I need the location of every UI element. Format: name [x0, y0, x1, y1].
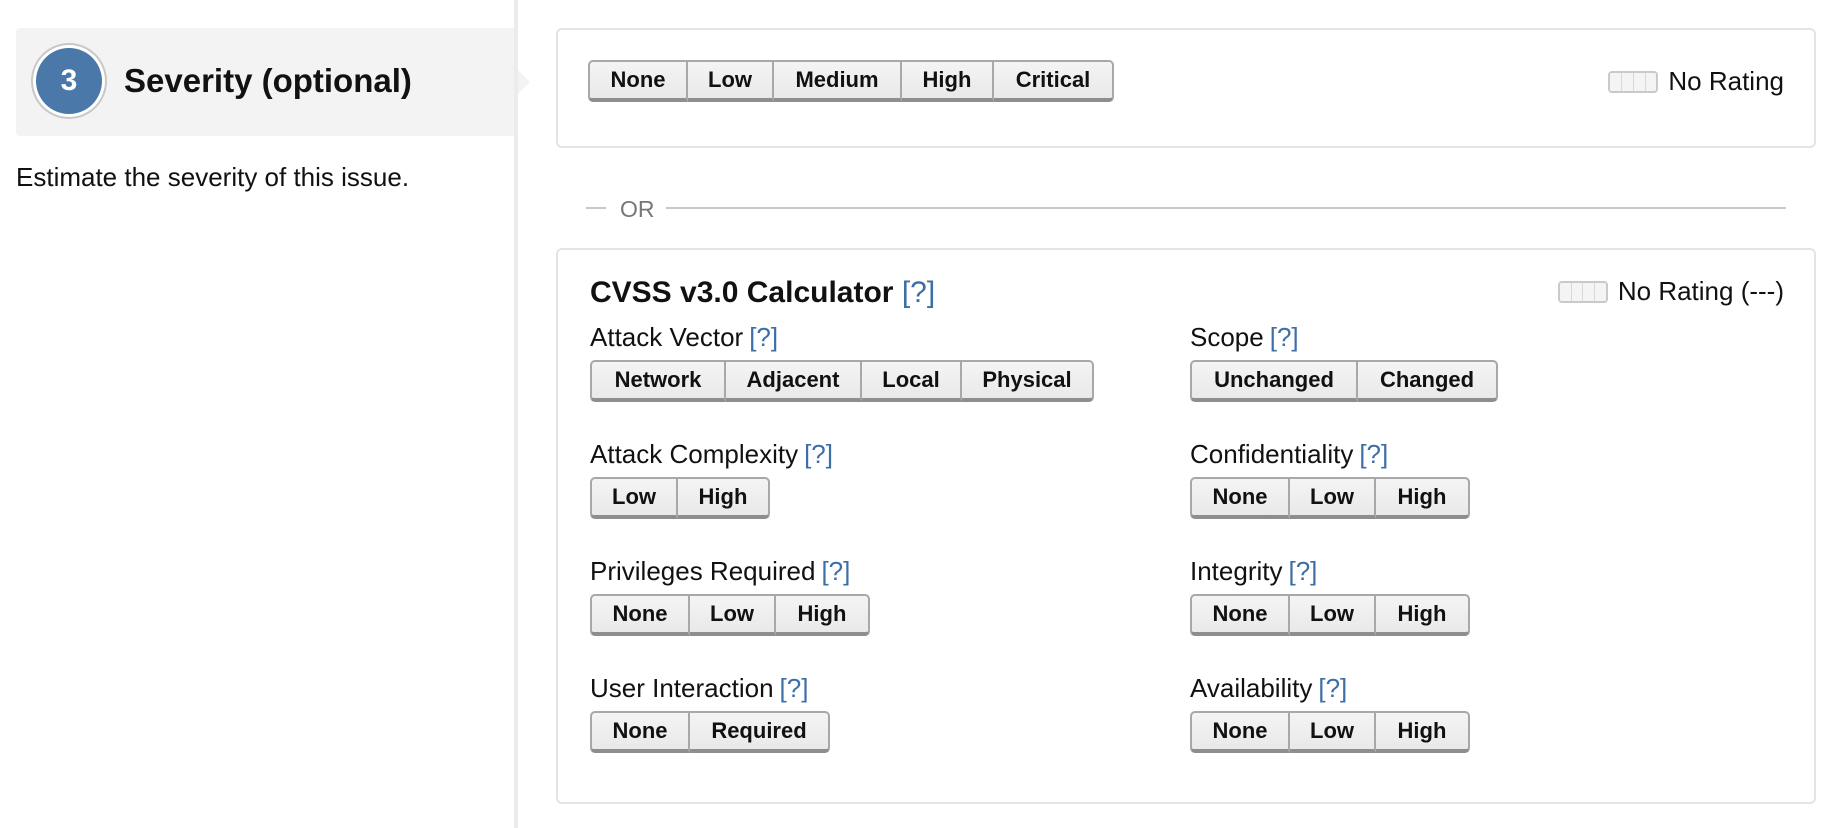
integrity-label: Integrity [?]	[1190, 556, 1318, 586]
attack-vector-label: Attack Vector [?]	[590, 322, 779, 352]
integrity-low-button[interactable]: Low	[1290, 594, 1376, 636]
step-title: Severity (optional)	[124, 62, 412, 99]
integrity-none-button[interactable]: None	[1190, 594, 1290, 636]
attack-complexity-button-group: Low High	[590, 477, 770, 519]
rating-meter-icon	[1608, 70, 1659, 93]
availability-none-button[interactable]: None	[1190, 711, 1290, 753]
scope-label: Scope [?]	[1190, 322, 1299, 352]
severity-button-group: None Low Medium High Critical	[588, 60, 1114, 102]
user-interaction-help-link[interactable]: [?]	[780, 673, 809, 703]
or-divider-label: OR	[620, 196, 655, 222]
attack-vector-local-button[interactable]: Local	[862, 360, 962, 402]
confidentiality-high-button[interactable]: High	[1376, 477, 1470, 519]
attack-vector-physical-button[interactable]: Physical	[962, 360, 1094, 402]
privileges-required-label: Privileges Required [?]	[590, 556, 851, 586]
user-interaction-button-group: None Required	[590, 711, 830, 753]
attack-complexity-help-link[interactable]: [?]	[804, 439, 833, 469]
or-divider-line-left	[586, 207, 606, 209]
user-interaction-none-button[interactable]: None	[590, 711, 690, 753]
step-number-badge: 3	[36, 48, 102, 114]
privileges-required-help-link[interactable]: [?]	[821, 556, 850, 586]
step-description: Estimate the severity of this issue.	[16, 162, 410, 192]
cvss-title: CVSS v3.0 Calculator [?]	[590, 276, 935, 310]
cvss-help-link[interactable]: [?]	[902, 276, 935, 309]
user-interaction-required-button[interactable]: Required	[690, 711, 830, 753]
confidentiality-low-button[interactable]: Low	[1290, 477, 1376, 519]
availability-label: Availability [?]	[1190, 673, 1348, 703]
attack-vector-network-button[interactable]: Network	[590, 360, 726, 402]
availability-low-button[interactable]: Low	[1290, 711, 1376, 753]
cvss-rating: No Rating (---)	[1557, 276, 1784, 307]
scope-help-link[interactable]: [?]	[1270, 322, 1299, 352]
confidentiality-none-button[interactable]: None	[1190, 477, 1290, 519]
column-divider	[514, 0, 518, 828]
availability-help-link[interactable]: [?]	[1318, 673, 1347, 703]
severity-critical-button[interactable]: Critical	[994, 60, 1114, 102]
attack-vector-adjacent-button[interactable]: Adjacent	[726, 360, 862, 402]
scope-unchanged-button[interactable]: Unchanged	[1190, 360, 1358, 402]
attack-vector-button-group: Network Adjacent Local Physical	[590, 360, 1094, 402]
step-sidebar: 3 Severity (optional) Estimate the sever…	[0, 0, 530, 828]
cvss-rating-label: No Rating (---)	[1617, 276, 1784, 306]
rating-meter-icon	[1557, 280, 1608, 303]
privileges-required-high-button[interactable]: High	[776, 594, 870, 636]
cvss-calculator-panel: CVSS v3.0 Calculator [?] No Rating (---)…	[556, 248, 1816, 804]
integrity-high-button[interactable]: High	[1376, 594, 1470, 636]
severity-medium-button[interactable]: Medium	[774, 60, 902, 102]
severity-none-button[interactable]: None	[588, 60, 688, 102]
confidentiality-help-link[interactable]: [?]	[1359, 439, 1388, 469]
severity-rating: No Rating	[1608, 66, 1784, 97]
severity-rating-label: No Rating	[1668, 66, 1784, 96]
attack-complexity-low-button[interactable]: Low	[590, 477, 678, 519]
step-header: 3 Severity (optional)	[16, 28, 530, 136]
attack-vector-help-link[interactable]: [?]	[749, 322, 778, 352]
integrity-help-link[interactable]: [?]	[1289, 556, 1318, 586]
scope-changed-button[interactable]: Changed	[1358, 360, 1498, 402]
severity-low-button[interactable]: Low	[688, 60, 774, 102]
scope-button-group: Unchanged Changed	[1190, 360, 1498, 402]
user-interaction-label: User Interaction [?]	[590, 673, 809, 703]
cvss-title-text: CVSS v3.0 Calculator	[590, 276, 894, 309]
confidentiality-button-group: None Low High	[1190, 477, 1470, 519]
privileges-required-low-button[interactable]: Low	[690, 594, 776, 636]
integrity-button-group: None Low High	[1190, 594, 1470, 636]
privileges-required-none-button[interactable]: None	[590, 594, 690, 636]
attack-complexity-high-button[interactable]: High	[678, 477, 770, 519]
or-divider-line-right	[666, 207, 1786, 209]
severity-panel: None Low Medium High Critical No Rating	[556, 28, 1816, 148]
attack-complexity-label: Attack Complexity [?]	[590, 439, 833, 469]
confidentiality-label: Confidentiality [?]	[1190, 439, 1389, 469]
availability-button-group: None Low High	[1190, 711, 1470, 753]
availability-high-button[interactable]: High	[1376, 711, 1470, 753]
severity-high-button[interactable]: High	[902, 60, 994, 102]
privileges-required-button-group: None Low High	[590, 594, 870, 636]
